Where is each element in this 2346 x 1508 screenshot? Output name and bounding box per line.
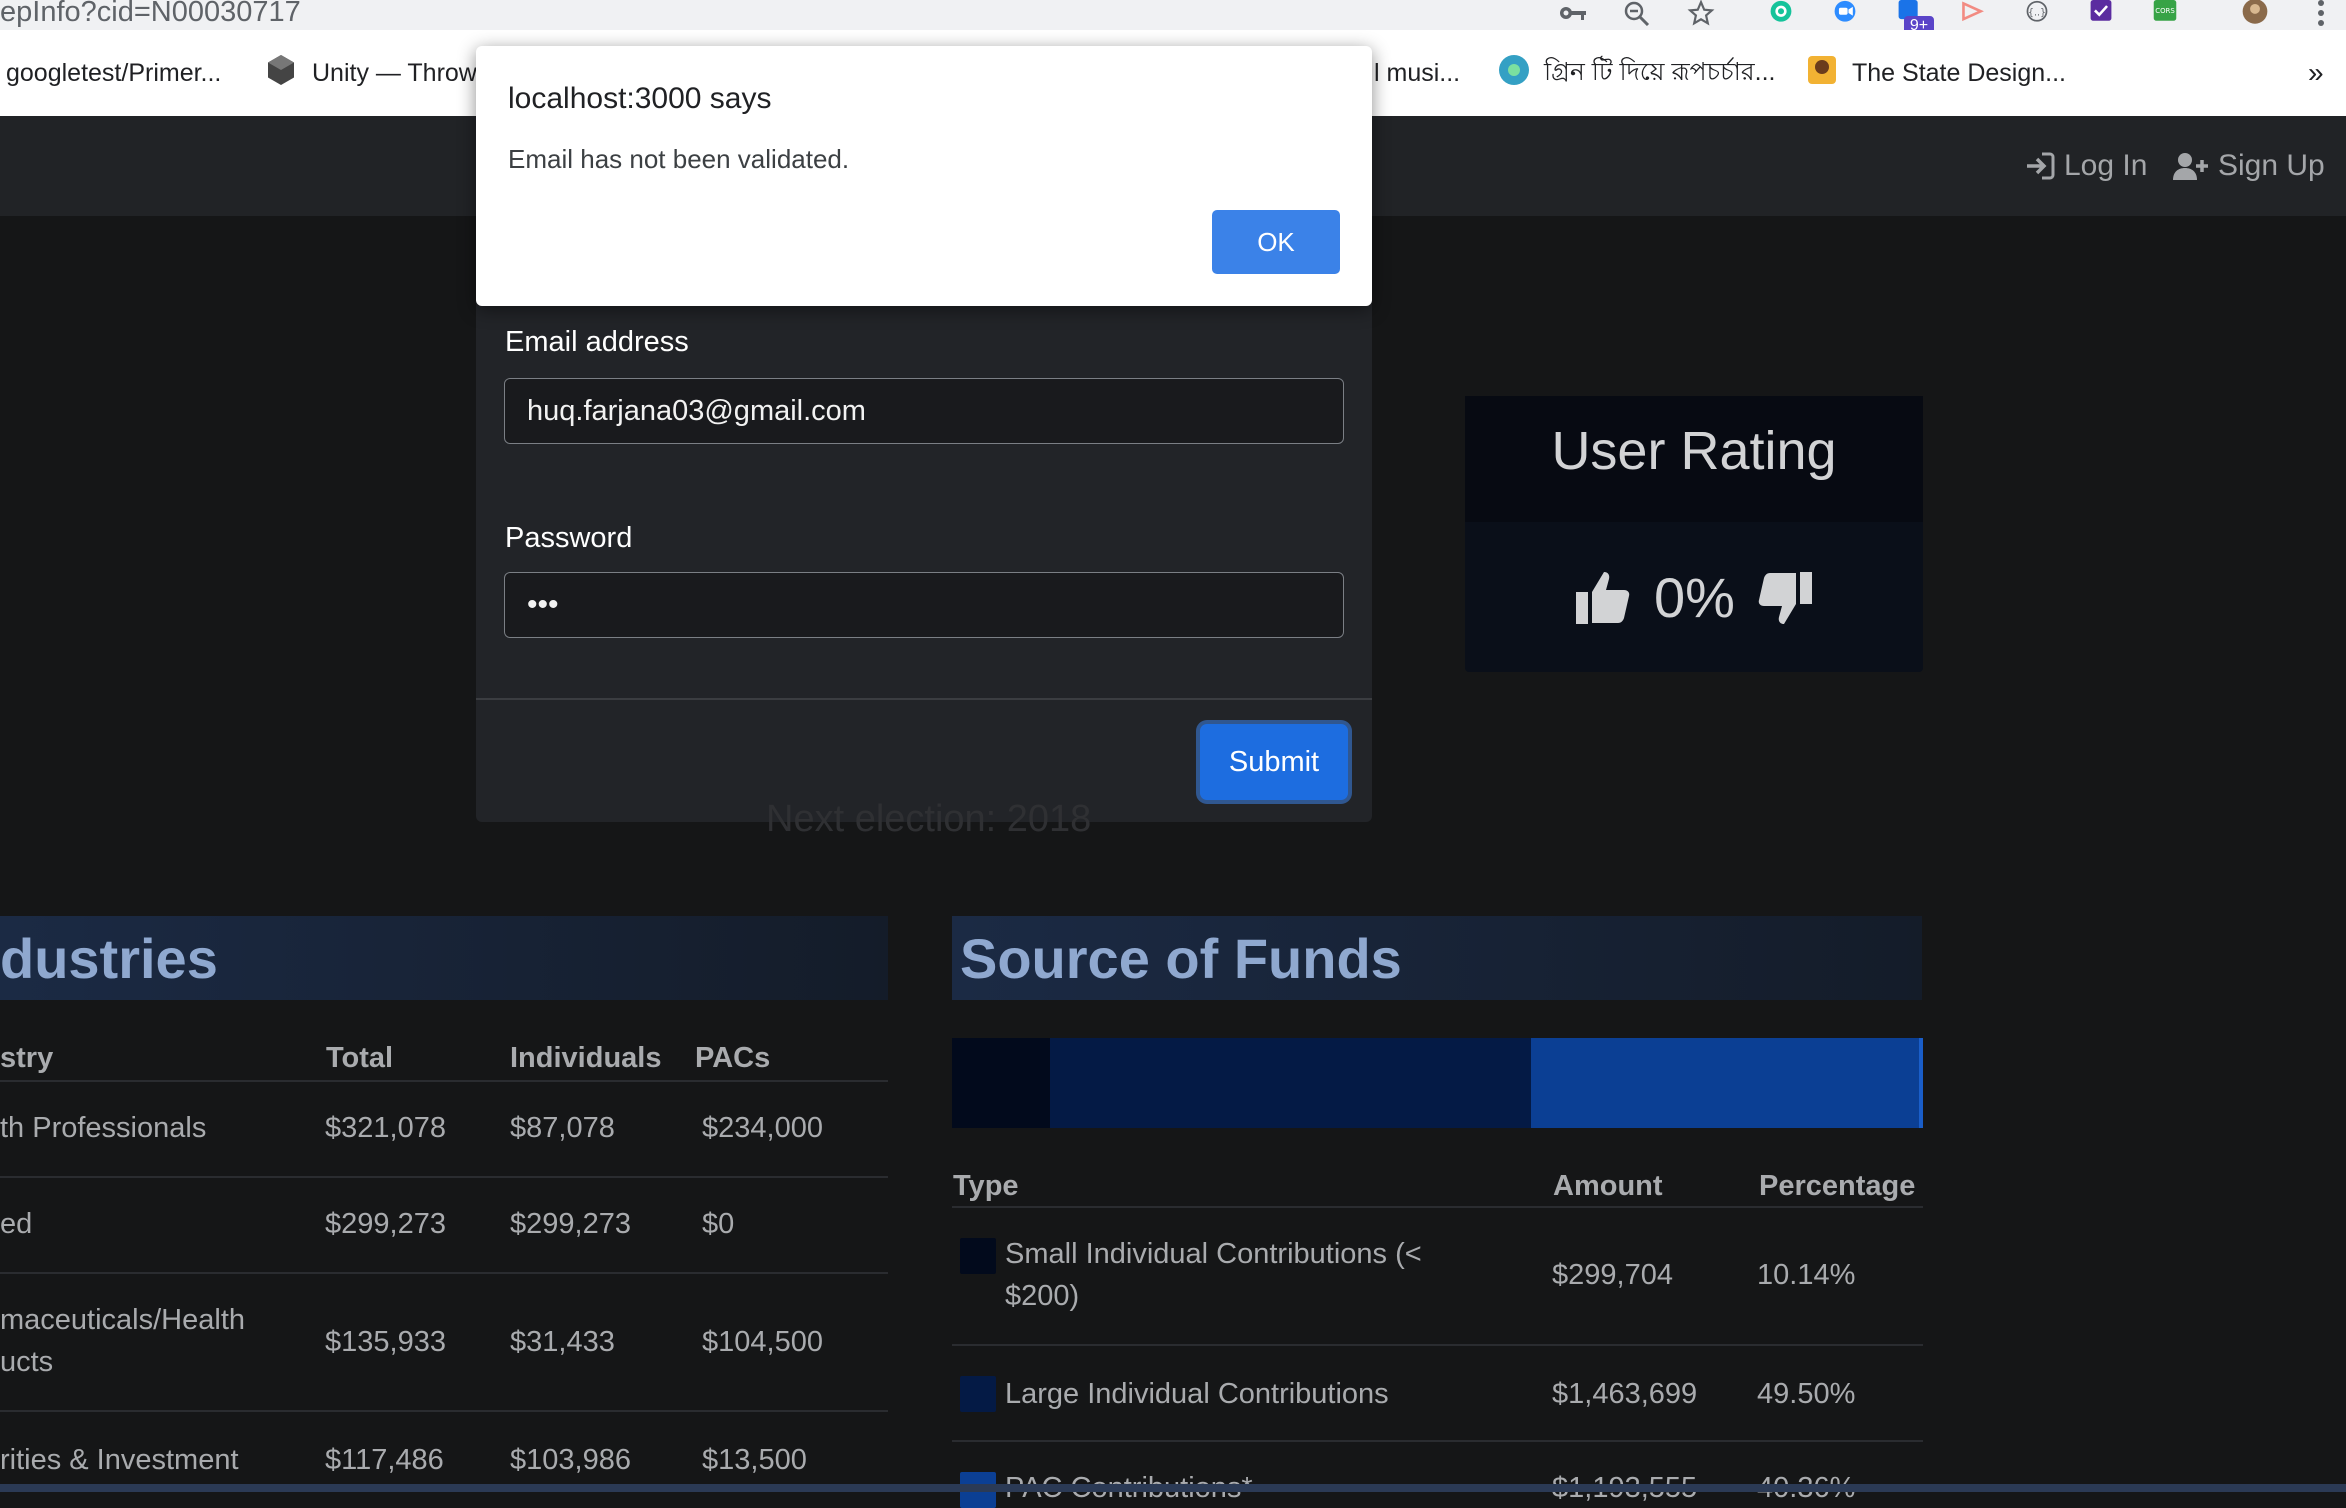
user-plus-icon bbox=[2172, 151, 2210, 181]
column-header-percentage: Percentage bbox=[1759, 1170, 1916, 1202]
bookmark-item[interactable]: l musi... bbox=[1374, 30, 1460, 116]
bookmark-item[interactable]: গ্রিন টি দিয়ে রূপচর্চার... bbox=[1498, 30, 1775, 116]
thumbs-up-icon[interactable] bbox=[1574, 566, 1634, 631]
column-header-individuals: Individuals bbox=[510, 1042, 662, 1074]
industry-total: $321,078 bbox=[325, 1112, 446, 1144]
toolbar-divider bbox=[1712, 0, 1732, 30]
bookmark-label: গ্রিন টি দিয়ে রূপচর্চার... bbox=[1544, 57, 1776, 86]
column-header-pacs: PACs bbox=[695, 1042, 771, 1074]
bookmark-item[interactable]: Unity — Throw bbox=[264, 30, 477, 116]
signup-label: Sign Up bbox=[2218, 149, 2325, 182]
todo-check-icon[interactable] bbox=[2084, 0, 2118, 26]
funds-bar-segment-large bbox=[1050, 1038, 1532, 1128]
table-divider bbox=[952, 1206, 1923, 1208]
table-divider bbox=[0, 1080, 888, 1082]
funds-stacked-bar bbox=[952, 1038, 1923, 1128]
horizontal-scrollbar[interactable] bbox=[0, 1484, 2346, 1492]
bookmark-item[interactable]: googletest/Primer... bbox=[6, 30, 221, 116]
site-icon bbox=[1806, 54, 1838, 93]
industry-pacs: $234,000 bbox=[702, 1112, 823, 1144]
fund-amount: $1,463,699 bbox=[1552, 1378, 1698, 1410]
funds-bar-segment-pac bbox=[1531, 1038, 1923, 1128]
user-rating-title: User Rating bbox=[1551, 421, 1837, 481]
sign-in-icon bbox=[2024, 151, 2056, 181]
alert-title: localhost:3000 says bbox=[508, 82, 772, 115]
industry-pacs: $104,500 bbox=[702, 1326, 823, 1358]
industry-total: $299,273 bbox=[325, 1208, 446, 1240]
industry-total: $135,933 bbox=[325, 1326, 446, 1358]
fund-type: Small Individual Contributions (< bbox=[1005, 1238, 1422, 1270]
fund-type-line2: $200) bbox=[1005, 1280, 1080, 1312]
bookmark-label: googletest/Primer... bbox=[6, 58, 222, 87]
industries-header: dustries bbox=[0, 916, 888, 1000]
funds-bar-segment-small bbox=[952, 1038, 1051, 1128]
bookmark-label: The State Design... bbox=[1852, 58, 2067, 87]
svg-text:CORS: CORS bbox=[2155, 7, 2175, 15]
url-text[interactable]: epInfo?cid=N00030717 bbox=[0, 0, 301, 29]
table-divider bbox=[0, 1410, 888, 1412]
ok-button[interactable]: OK bbox=[1212, 210, 1340, 274]
bookmark-item[interactable]: The State Design... bbox=[1806, 30, 2066, 116]
column-header-amount: Amount bbox=[1553, 1170, 1663, 1202]
email-field[interactable]: huq.farjana03@gmail.com bbox=[504, 378, 1344, 444]
user-rating-value: 0% bbox=[1654, 566, 1735, 629]
profile-avatar-icon[interactable] bbox=[2238, 0, 2272, 26]
industry-pacs: $13,500 bbox=[702, 1444, 807, 1476]
industry-individuals: $103,986 bbox=[510, 1444, 631, 1476]
json-viewer-icon[interactable]: {..} bbox=[2020, 0, 2054, 26]
industry-name-line2: ucts bbox=[0, 1346, 54, 1378]
industry-name: ed bbox=[0, 1208, 33, 1240]
login-link[interactable]: Log In bbox=[2024, 116, 2147, 216]
fund-percentage: 10.14% bbox=[1757, 1259, 1856, 1291]
column-header-type: Type bbox=[953, 1170, 1019, 1202]
swatch-large-contributions bbox=[960, 1376, 996, 1412]
fund-percentage: 49.50% bbox=[1757, 1378, 1856, 1410]
submit-button[interactable]: Submit bbox=[1200, 724, 1348, 800]
fund-type: Large Individual Contributions bbox=[1005, 1378, 1389, 1410]
industry-name: rities & Investment bbox=[0, 1444, 239, 1476]
column-header-industry: stry bbox=[0, 1042, 54, 1074]
password-field[interactable]: ••• bbox=[504, 572, 1344, 638]
bookmark-label: l musi... bbox=[1374, 58, 1461, 87]
source-of-funds-header: Source of Funds bbox=[952, 916, 1922, 1000]
table-divider bbox=[952, 1440, 1923, 1442]
next-election-text: Next election: 2018 bbox=[766, 798, 1092, 840]
signup-link[interactable]: Sign Up bbox=[2172, 116, 2325, 216]
bookmark-label: Unity — Throw bbox=[312, 58, 477, 87]
column-header-total: Total bbox=[326, 1042, 394, 1074]
address-bar[interactable] bbox=[0, 0, 2346, 30]
login-label: Log In bbox=[2064, 149, 2148, 182]
table-divider bbox=[0, 1176, 888, 1178]
bookmarks-overflow-button[interactable]: » bbox=[2308, 30, 2324, 116]
cors-icon[interactable]: CORS bbox=[2148, 0, 2182, 26]
industry-name: th Professionals bbox=[0, 1112, 207, 1144]
unity-icon bbox=[264, 53, 298, 94]
svg-text:{..}: {..} bbox=[2028, 8, 2046, 19]
fund-amount: $299,704 bbox=[1552, 1259, 1673, 1291]
table-divider bbox=[0, 1272, 888, 1274]
modal-footer-divider bbox=[476, 698, 1372, 700]
swatch-small-contributions bbox=[960, 1238, 996, 1274]
industry-individuals: $31,433 bbox=[510, 1326, 615, 1358]
industry-individuals: $87,078 bbox=[510, 1112, 615, 1144]
zoom-meeting-icon[interactable] bbox=[1828, 0, 1862, 26]
screencast-icon[interactable] bbox=[1956, 0, 1990, 26]
industry-individuals: $299,273 bbox=[510, 1208, 631, 1240]
thumbs-down-icon[interactable] bbox=[1754, 570, 1814, 635]
table-divider bbox=[952, 1344, 1923, 1346]
industry-pacs: $0 bbox=[702, 1208, 735, 1240]
industry-total: $117,486 bbox=[325, 1444, 444, 1476]
alert-message: Email has not been validated. bbox=[508, 144, 850, 174]
industry-name: maceuticals/Health bbox=[0, 1304, 245, 1336]
email-label: Email address bbox=[505, 326, 689, 358]
grammarly-icon[interactable] bbox=[1764, 0, 1798, 26]
key-icon[interactable] bbox=[1556, 0, 1590, 26]
zoom-out-icon[interactable] bbox=[1620, 0, 1654, 26]
menu-kebab-icon[interactable] bbox=[2304, 0, 2338, 26]
password-label: Password bbox=[505, 522, 633, 554]
site-icon bbox=[1498, 54, 1530, 93]
